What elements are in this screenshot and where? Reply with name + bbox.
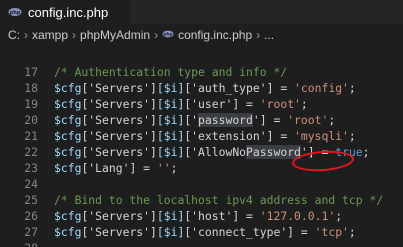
- key-token: ['host']: [184, 209, 240, 223]
- key-token: [': [184, 113, 199, 127]
- operator: =: [239, 97, 260, 111]
- var-token: [$i]: [156, 209, 185, 223]
- code-line: 28 $cfg['Servers'][$i]['connect_type'] =…: [0, 224, 403, 247]
- breadcrumb-drive[interactable]: C:: [8, 28, 20, 42]
- string-literal: 'root': [287, 113, 329, 127]
- var-token: [$i]: [156, 113, 185, 127]
- breadcrumb-xampp[interactable]: xampp: [32, 28, 68, 42]
- tab-label: config.inc.php: [28, 4, 109, 20]
- tab-bar: php config.inc.php: [0, 0, 403, 24]
- var-token: $cfg: [54, 161, 82, 175]
- code-text: $cfg['Servers'][$i]['host'] = '127.0.0.1…: [54, 208, 342, 224]
- key-token: ['extension']: [184, 129, 274, 143]
- key-token: ['AllowNo: [184, 145, 247, 159]
- operator: =: [273, 129, 295, 143]
- search-highlight: Password: [246, 145, 301, 159]
- php-file-icon: php: [8, 5, 22, 19]
- semicolon: ;: [348, 225, 356, 239]
- chevron-right-icon: ›: [256, 28, 261, 42]
- operator: =: [273, 81, 295, 95]
- breadcrumb: C: › xampp › phpMyAdmin › php config.inc…: [0, 24, 403, 46]
- code-text: $cfg['Servers'][$i]['password'] = 'root'…: [54, 112, 335, 128]
- semicolon: ;: [362, 145, 370, 159]
- code-line: 21 $cfg['Servers'][$i]['password'] = 'ro…: [0, 112, 403, 143]
- semicolon: ;: [170, 161, 178, 175]
- var-token: [$i]: [156, 81, 185, 95]
- chevron-right-icon: ›: [24, 28, 28, 42]
- string-literal: '127.0.0.1': [259, 209, 336, 223]
- key-token: ['Lang']: [81, 161, 137, 175]
- code-line: 26 /* Bind to the localhost ipv4 address…: [0, 192, 403, 223]
- code-text: $cfg['Servers'][$i]['extension'] = 'mysq…: [54, 128, 356, 144]
- chevron-right-icon: ›: [72, 28, 77, 42]
- breadcrumb-file-label: config.inc.php: [178, 28, 253, 42]
- comment: /* Bind to the localhost ipv4 address an…: [54, 193, 384, 207]
- semicolon: ;: [300, 97, 308, 111]
- operator: =: [294, 225, 315, 239]
- string-literal: 'config': [294, 81, 349, 95]
- key-token: ['auth_type']: [184, 81, 274, 95]
- code-editor[interactable]: 17 18 /* Authentication type and info */…: [0, 46, 403, 247]
- code-text: /* Bind to the localhost ipv4 address an…: [54, 192, 383, 208]
- code-line: 22 $cfg['Servers'][$i]['extension'] = 'm…: [0, 128, 403, 159]
- code-line: 17: [0, 48, 403, 79]
- key-token: ['connect_type']: [184, 225, 295, 239]
- comment: /* Authentication type and info */: [54, 65, 288, 79]
- semicolon: ;: [348, 81, 356, 95]
- var-token: $cfg: [54, 97, 82, 111]
- breadcrumb-file[interactable]: php config.inc.php: [162, 28, 252, 43]
- index-token: ['Servers']: [81, 97, 157, 111]
- semicolon: ;: [335, 209, 343, 223]
- code-line: 20 $cfg['Servers'][$i]['user'] = 'root';: [0, 96, 403, 127]
- var-token: [$i]: [156, 225, 185, 239]
- code-line: 27 $cfg['Servers'][$i]['host'] = '127.0.…: [0, 208, 403, 239]
- semicolon: ;: [328, 113, 336, 127]
- code-line: 18 /* Authentication type and info */: [0, 64, 403, 95]
- php-file-icon: php: [162, 28, 174, 43]
- operator: =: [136, 161, 157, 175]
- key-token: ']: [252, 113, 267, 127]
- var-token: [$i]: [156, 145, 185, 159]
- key-token: ['user']: [184, 97, 240, 111]
- var-token: $cfg: [54, 209, 82, 223]
- index-token: ['Servers']: [81, 129, 157, 143]
- semicolon: ;: [348, 129, 356, 143]
- svg-text:php: php: [10, 10, 21, 16]
- string-literal: 'mysqli': [294, 129, 349, 143]
- string-literal: 'tcp': [314, 225, 349, 239]
- tab-config-inc-php[interactable]: php config.inc.php: [0, 0, 130, 24]
- breadcrumb-phpmyadmin[interactable]: phpMyAdmin: [80, 28, 150, 42]
- var-token: $cfg: [54, 145, 82, 159]
- operator: =: [239, 209, 260, 223]
- var-token: [$i]: [156, 97, 185, 111]
- var-token: $cfg: [54, 225, 82, 239]
- index-token: ['Servers']: [81, 145, 157, 159]
- code-text: $cfg['Lang'] = '';: [54, 160, 177, 176]
- svg-text:php: php: [163, 31, 172, 37]
- string-literal: 'root': [259, 97, 301, 111]
- breadcrumb-more[interactable]: ...: [264, 28, 274, 42]
- string-literal: '': [156, 161, 171, 175]
- index-token: ['Servers']: [81, 81, 157, 95]
- line-number: 28: [0, 240, 38, 247]
- code-text: $cfg['Servers'][$i]['user'] = 'root';: [54, 96, 308, 112]
- chevron-right-icon: ›: [154, 28, 159, 42]
- index-token: ['Servers']: [81, 209, 157, 223]
- var-token: $cfg: [54, 81, 82, 95]
- search-highlight: password: [198, 113, 253, 127]
- var-token: $cfg: [54, 129, 82, 143]
- code-text: $cfg['Servers'][$i]['connect_type'] = 't…: [54, 224, 356, 240]
- index-token: ['Servers']: [81, 113, 157, 127]
- code-text: /* Authentication type and info */: [54, 64, 287, 80]
- code-line: 19 $cfg['Servers'][$i]['auth_type'] = 'c…: [0, 80, 403, 111]
- var-token: $cfg: [54, 113, 82, 127]
- operator: =: [266, 113, 288, 127]
- code-text: $cfg['Servers'][$i]['auth_type'] = 'conf…: [54, 80, 356, 96]
- index-token: ['Servers']: [81, 225, 157, 239]
- var-token: [$i]: [156, 129, 185, 143]
- code-line: 25: [0, 176, 403, 207]
